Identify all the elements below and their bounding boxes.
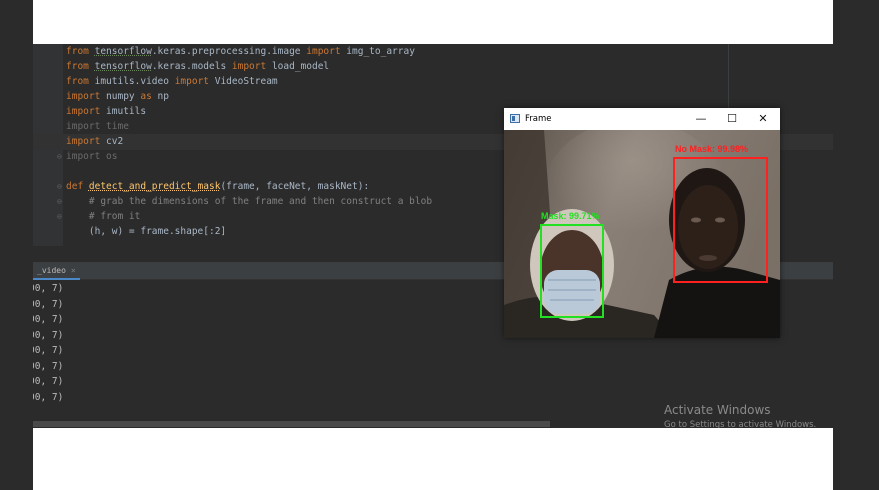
code-token: from [66, 61, 95, 72]
code-line: (h, w) = frame.shape[:2] [66, 224, 226, 239]
activate-windows-watermark: Activate Windows Go to Settings to activ… [664, 403, 833, 428]
right-background-strip [833, 0, 879, 490]
code-token: cv2 [106, 136, 124, 147]
code-token: tensorflow [94, 46, 152, 57]
webcam-frame: No Mask: 99.98% Mask: 99.71% [504, 130, 780, 338]
close-button[interactable]: ✕ [748, 108, 778, 130]
code-token: img_to_array [346, 46, 415, 57]
code-token: def [66, 181, 89, 192]
bottom-white-margin [33, 428, 833, 490]
run-tab[interactable]: _video × [33, 262, 80, 280]
code-line: # grab the dimensions of the frame and t… [66, 194, 432, 209]
code-token: (frame, faceNet, maskNet): [220, 181, 370, 192]
window-app-icon [510, 114, 520, 123]
code-token: tensorflow [94, 61, 152, 72]
top-white-margin [33, 0, 833, 44]
console-line: 00, 7) [33, 314, 64, 325]
watermark-subtitle: Go to Settings to activate Windows. [664, 420, 817, 428]
mask-label: Mask: 99.71% [541, 211, 600, 221]
minimize-button[interactable]: — [686, 108, 716, 130]
code-token: import [66, 106, 107, 117]
code-token: import time [66, 121, 129, 132]
code-token: load_model [271, 61, 330, 72]
code-line: from tensorflow.keras.preprocessing.imag… [66, 44, 415, 59]
code-token: (h, w) = frame.shape[:2] [66, 226, 227, 237]
code-line: import numpy as np [66, 89, 169, 104]
code-token: import [306, 46, 347, 57]
code-token: import [231, 61, 272, 72]
mask-bounding-box [540, 224, 604, 318]
console-line: 00, 7) [33, 391, 64, 403]
code-line: import imutils [66, 104, 146, 119]
code-token: detect_and_predict_mask [88, 181, 221, 192]
code-token: import [66, 136, 107, 147]
code-token: as [140, 91, 158, 102]
frame-window-title: Frame [525, 114, 552, 124]
code-line: # from it [66, 209, 140, 224]
frame-window-titlebar[interactable]: Frame — ☐ ✕ [504, 108, 780, 130]
code-line: import os [66, 149, 117, 164]
code-token: import os [66, 151, 118, 162]
frame-window[interactable]: Frame — ☐ ✕ No Mask: 99.98% Mask: 99.71% [504, 108, 780, 338]
code-token: imutils [106, 106, 147, 117]
code-token: # grab the dimensions of the frame and t… [66, 196, 433, 207]
code-line: import cv2 [66, 134, 123, 149]
code-token: .keras.preprocessing.image [151, 46, 307, 57]
close-icon[interactable]: × [71, 266, 76, 275]
code-line: import time [66, 119, 129, 134]
console-line: 00, 7) [33, 376, 64, 387]
console-line: 00, 7) [33, 360, 64, 372]
code-token: import [66, 91, 107, 102]
fold-marker-icon[interactable]: ⊖ [57, 149, 62, 164]
horizontal-scrollbar[interactable] [33, 421, 550, 427]
code-token: numpy [106, 91, 141, 102]
console-line: 00, 7) [33, 329, 64, 341]
code-line: from tensorflow.keras.models import load… [66, 59, 329, 74]
watermark-title: Activate Windows [664, 403, 771, 417]
code-token: VideoStream [214, 76, 278, 87]
fold-marker-icon[interactable]: ⊖ [57, 209, 62, 224]
code-line: from imutils.video import VideoStream [66, 74, 278, 89]
code-line: def detect_and_predict_mask(frame, faceN… [66, 179, 369, 194]
fold-marker-icon[interactable]: ⊖ [57, 194, 62, 209]
console-line: 00, 7) [33, 298, 64, 310]
code-token: from [66, 76, 95, 87]
code-token: np [157, 91, 169, 102]
console-line: 00, 7) [33, 345, 64, 356]
maximize-button[interactable]: ☐ [717, 108, 747, 130]
left-background-strip [0, 0, 33, 490]
code-token: .keras.models [151, 61, 232, 72]
code-token: imutils.video [94, 76, 175, 87]
code-token: import [174, 76, 215, 87]
run-tab-label: _video [37, 266, 66, 275]
code-token: # from it [66, 211, 141, 222]
no-mask-bounding-box [673, 157, 768, 283]
console-line: 00, 7) [33, 283, 64, 294]
no-mask-label: No Mask: 99.98% [675, 144, 749, 154]
fold-marker-icon[interactable]: ⊖ [57, 179, 62, 194]
code-token: from [66, 46, 95, 57]
